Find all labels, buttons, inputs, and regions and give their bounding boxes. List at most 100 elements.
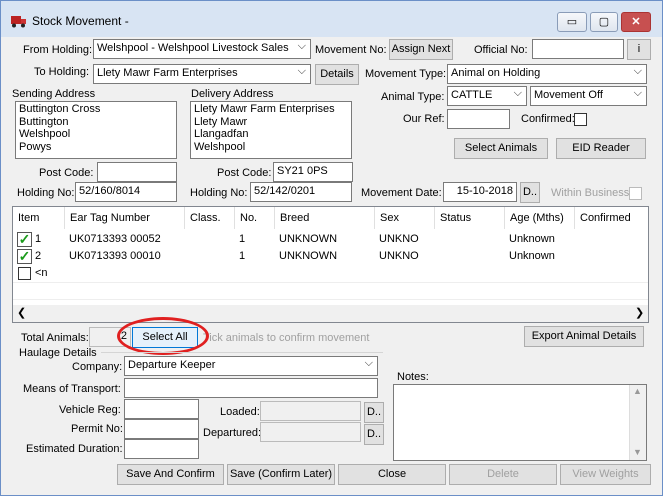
- sending-holding-input[interactable]: 52/160/8014: [75, 182, 177, 202]
- details-button[interactable]: Details: [315, 64, 359, 85]
- sending-postcode-input[interactable]: [97, 162, 177, 182]
- save-confirm-later-button[interactable]: Save (Confirm Later): [227, 464, 335, 485]
- minimize-icon: ▭: [566, 16, 578, 28]
- official-no-input[interactable]: [532, 39, 624, 59]
- confirmed-checkbox[interactable]: [574, 113, 587, 126]
- save-and-confirm-button[interactable]: Save And Confirm: [117, 464, 224, 485]
- table-row[interactable]: ✓ 1 UK0713393 00052 1 UNKNOWN UNKNO Unkn…: [13, 231, 648, 248]
- delivery-postcode-input[interactable]: SY21 0PS: [273, 162, 353, 182]
- to-holding-select[interactable]: Llety Mawr Farm Enterprises: [93, 64, 311, 84]
- animal-type-value: CATTLE: [451, 89, 493, 101]
- assign-next-button[interactable]: Assign Next: [389, 39, 453, 60]
- delivery-holding-input[interactable]: 52/142/0201: [250, 182, 352, 202]
- within-business-label: Within Business: [551, 187, 630, 199]
- delete-button[interactable]: Delete: [449, 464, 557, 485]
- window-title: Stock Movement -: [32, 14, 129, 28]
- sending-address-line: Welshpool: [19, 128, 71, 140]
- truck-icon: [11, 16, 26, 28]
- movement-direction-select[interactable]: Movement Off: [530, 86, 647, 106]
- departured-date-button[interactable]: D..: [364, 424, 384, 445]
- new-row-marker: <n: [35, 267, 48, 279]
- row-ear-tag: UK0713393 00010: [69, 250, 161, 262]
- vehicle-reg-label: Vehicle Reg:: [59, 404, 121, 416]
- company-select[interactable]: Departure Keeper: [124, 356, 378, 376]
- delivery-postcode-label: Post Code:: [217, 167, 272, 179]
- movement-type-label: Movement Type:: [365, 68, 447, 80]
- movement-date-picker-button[interactable]: D..: [520, 182, 540, 203]
- maximize-icon: ▢: [598, 16, 610, 28]
- stock-movement-window: Stock Movement - ▭ ▢ ✕ From Holding: Wel…: [0, 0, 663, 496]
- scroll-up-icon[interactable]: ▲: [633, 386, 642, 396]
- company-value: Departure Keeper: [128, 359, 216, 371]
- animal-type-select[interactable]: CATTLE: [447, 86, 527, 106]
- row-tick-checkbox[interactable]: ✓: [17, 232, 32, 247]
- sending-address-line: Powys: [19, 140, 52, 153]
- delivery-address-line: Welshpool: [194, 140, 246, 153]
- from-holding-value: Welshpool - Welshpool Livestock Sales: [97, 42, 289, 54]
- notes-textarea[interactable]: [393, 384, 647, 461]
- minimize-button[interactable]: ▭: [557, 12, 587, 32]
- row-no: 1: [239, 233, 246, 245]
- scroll-down-icon[interactable]: ▼: [633, 447, 642, 457]
- row-item: 2: [35, 250, 42, 262]
- grid-horizontal-scrollbar[interactable]: ❮ ❯: [13, 305, 648, 322]
- vehicle-reg-input[interactable]: [124, 399, 199, 419]
- estimated-duration-input[interactable]: [124, 439, 199, 459]
- export-animal-details-button[interactable]: Export Animal Details: [524, 326, 644, 347]
- departured-input[interactable]: [260, 422, 361, 442]
- notes-label: Notes:: [397, 371, 429, 383]
- animal-type-label: Animal Type:: [381, 91, 445, 103]
- row-item: 1: [35, 233, 42, 245]
- info-button[interactable]: i: [627, 39, 651, 60]
- movement-date-label: Movement Date:: [361, 187, 442, 199]
- column-header-breed[interactable]: Breed: [275, 207, 375, 229]
- permit-no-input[interactable]: [124, 419, 199, 439]
- table-row[interactable]: ✓ 2 UK0713393 00010 1 UNKNOWN UNKNO Unkn…: [13, 248, 648, 265]
- delivery-address-memo[interactable]: Llety Mawr Farm Enterprises Llety Mawr L…: [190, 101, 352, 159]
- sending-holding-label: Holding No:: [17, 187, 75, 199]
- new-row-checkbox[interactable]: [18, 267, 31, 280]
- sending-address-memo[interactable]: Buttington Cross Buttington Welshpool Po…: [15, 101, 177, 159]
- column-header-confirmed[interactable]: Confirmed: [575, 207, 648, 229]
- permit-no-label: Permit No:: [71, 423, 123, 435]
- column-header-ear-tag[interactable]: Ear Tag Number: [65, 207, 185, 229]
- movement-type-select[interactable]: Animal on Holding: [447, 64, 647, 84]
- movement-direction-value: Movement Off: [534, 89, 603, 101]
- loaded-label: Loaded:: [220, 406, 260, 418]
- haulage-details-label: Haulage Details: [19, 347, 97, 359]
- close-button[interactable]: Close: [338, 464, 446, 485]
- total-animals-label: Total Animals:: [21, 332, 89, 344]
- row-breed: UNKNOWN: [279, 250, 338, 262]
- to-holding-value: Llety Mawr Farm Enterprises: [97, 67, 238, 79]
- row-age: Unknown: [509, 233, 555, 245]
- scroll-left-icon[interactable]: ❮: [17, 306, 26, 319]
- eid-reader-button[interactable]: EID Reader: [556, 138, 646, 159]
- maximize-button[interactable]: ▢: [590, 12, 618, 32]
- column-header-age[interactable]: Age (Mths): [505, 207, 575, 229]
- column-header-no[interactable]: No.: [235, 207, 275, 229]
- close-icon: ✕: [631, 16, 641, 28]
- loaded-date-button[interactable]: D..: [364, 402, 384, 423]
- select-animals-button[interactable]: Select Animals: [454, 138, 548, 159]
- company-label: Company:: [72, 361, 123, 373]
- scroll-right-icon[interactable]: ❯: [635, 306, 644, 319]
- delivery-holding-label: Holding No:: [190, 187, 248, 199]
- row-ear-tag: UK0713393 00052: [69, 233, 161, 245]
- row-tick-checkbox[interactable]: ✓: [17, 249, 32, 264]
- notes-scrollbar[interactable]: ▲ ▼: [629, 385, 646, 460]
- column-header-status[interactable]: Status: [435, 207, 505, 229]
- column-header-item[interactable]: Item: [13, 207, 65, 229]
- row-breed: UNKNOWN: [279, 233, 338, 245]
- within-business-checkbox[interactable]: [629, 187, 642, 200]
- new-row[interactable]: <n: [13, 265, 648, 282]
- movement-date-input[interactable]: 15-10-2018: [443, 182, 517, 202]
- official-no-label: Official No:: [474, 44, 528, 56]
- column-header-sex[interactable]: Sex: [375, 207, 435, 229]
- column-header-class[interactable]: Class.: [185, 207, 235, 229]
- means-of-transport-input[interactable]: [124, 378, 378, 398]
- from-holding-select[interactable]: Welshpool - Welshpool Livestock Sales: [93, 39, 311, 59]
- loaded-input[interactable]: [260, 401, 361, 421]
- view-weights-button[interactable]: View Weights: [560, 464, 651, 485]
- our-ref-input[interactable]: [447, 109, 510, 129]
- close-window-button[interactable]: ✕: [621, 12, 651, 32]
